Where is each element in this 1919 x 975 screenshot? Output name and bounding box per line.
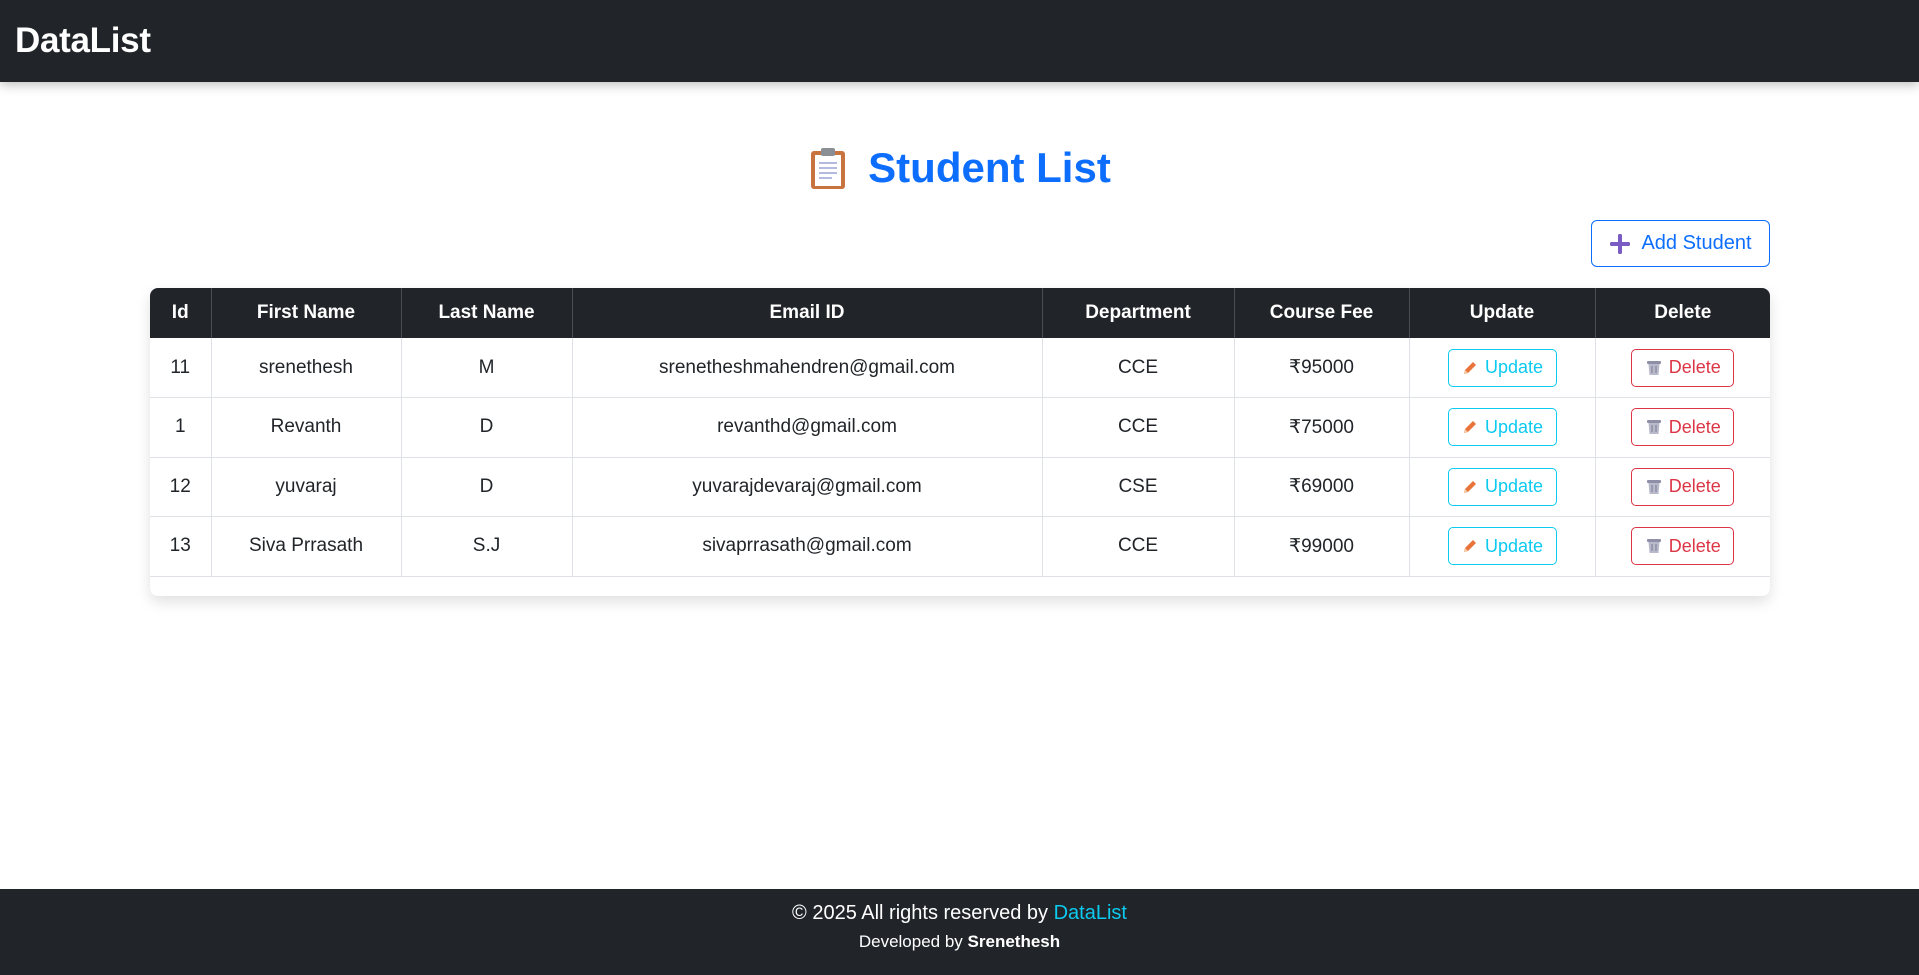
pencil-icon	[1463, 421, 1476, 434]
student-table: Id First Name Last Name Email ID Departm…	[150, 288, 1770, 577]
footer-brand-link[interactable]: DataList	[1054, 902, 1127, 924]
update-button[interactable]: Update	[1447, 467, 1557, 506]
update-label: Update	[1484, 357, 1544, 377]
cell-id: 11	[150, 338, 212, 398]
cell-first-name: srenethesh	[211, 338, 402, 398]
plus-icon	[1610, 233, 1631, 254]
column-header-id: Id	[150, 288, 212, 338]
trash-icon	[1646, 539, 1661, 554]
footer: © 2025 All rights reserved by DataList D…	[0, 889, 1919, 975]
table-row: 11 srenethesh M srenetheshmahendren@gmai…	[150, 338, 1770, 398]
cell-update: Update	[1409, 516, 1596, 576]
clipboard-icon	[811, 148, 846, 189]
footer-copyright: © 2025 All rights reserved by DataList	[0, 902, 1919, 925]
column-header-department: Department	[1042, 288, 1235, 338]
trash-icon	[1646, 420, 1661, 435]
cell-course-fee: ₹99000	[1234, 516, 1410, 576]
delete-button[interactable]: Delete	[1631, 348, 1735, 387]
cell-update: Update	[1409, 338, 1596, 398]
delete-label: Delete	[1668, 416, 1721, 437]
table-row: 1 Revanth D revanthd@gmail.com CCE ₹7500…	[150, 397, 1770, 458]
delete-button[interactable]: Delete	[1631, 467, 1735, 506]
column-header-email: Email ID	[572, 288, 1043, 338]
cell-id: 12	[150, 457, 212, 517]
cell-delete: Delete	[1595, 517, 1770, 577]
cell-course-fee: ₹75000	[1234, 397, 1410, 457]
update-button[interactable]: Update	[1447, 408, 1557, 447]
cell-department: CCE	[1042, 516, 1235, 576]
navbar: DataList	[0, 0, 1919, 82]
update-button[interactable]: Update	[1447, 348, 1557, 387]
cell-id: 13	[150, 516, 212, 576]
delete-button[interactable]: Delete	[1631, 408, 1735, 447]
add-student-button[interactable]: Add Student	[1591, 220, 1770, 267]
cell-delete: Delete	[1595, 398, 1770, 458]
delete-label: Delete	[1668, 476, 1721, 497]
delete-button[interactable]: Delete	[1631, 527, 1735, 566]
table-row: 13 Siva Prrasath S.J sivaprrasath@gmail.…	[150, 516, 1770, 577]
copyright-text: © 2025 All rights reserved by	[792, 902, 1049, 924]
column-header-delete: Delete	[1654, 302, 1712, 323]
column-header-last-name: Last Name	[401, 288, 573, 338]
column-header-update: Update	[1409, 288, 1596, 338]
column-header-first-name: First Name	[211, 288, 402, 338]
cell-delete: Delete	[1595, 457, 1770, 517]
trash-icon	[1646, 360, 1661, 375]
cell-delete: Delete	[1595, 338, 1770, 398]
navbar-brand[interactable]: DataList	[15, 21, 151, 61]
cell-department: CCE	[1042, 397, 1235, 457]
cell-last-name: M	[401, 338, 573, 398]
cell-email: sivaprrasath@gmail.com	[572, 516, 1043, 576]
cell-course-fee: ₹95000	[1234, 338, 1410, 398]
cell-last-name: D	[401, 457, 573, 517]
title-row: Student List	[0, 138, 1919, 198]
delete-label: Delete	[1668, 535, 1721, 556]
developed-by-text: Developed by	[858, 932, 963, 951]
cell-last-name: S.J	[401, 516, 573, 576]
trash-icon	[1646, 479, 1661, 494]
cell-department: CSE	[1042, 457, 1235, 517]
cell-first-name: Siva Prrasath	[211, 516, 402, 576]
cell-email: yuvarajdevaraj@gmail.com	[572, 457, 1043, 517]
cell-email: srenetheshmahendren@gmail.com	[572, 338, 1043, 398]
column-header-course-fee: Course Fee	[1234, 288, 1410, 338]
add-student-label: Add Student	[1641, 232, 1752, 254]
update-button[interactable]: Update	[1447, 527, 1557, 566]
cell-email: revanthd@gmail.com	[572, 397, 1043, 457]
cell-first-name: Revanth	[211, 397, 402, 457]
student-table-card: Id First Name Last Name Email ID Departm…	[150, 288, 1770, 596]
page-title: Student List	[868, 144, 1111, 191]
update-label: Update	[1484, 416, 1544, 437]
cell-first-name: yuvaraj	[211, 457, 402, 517]
cell-course-fee: ₹69000	[1234, 457, 1410, 517]
footer-developer: Developed by Srenethesh	[0, 932, 1919, 952]
cell-update: Update	[1409, 457, 1596, 517]
update-label: Update	[1484, 535, 1544, 556]
cell-department: CCE	[1042, 338, 1235, 398]
pencil-icon	[1463, 480, 1476, 493]
cell-id: 1	[150, 397, 212, 457]
delete-label: Delete	[1668, 357, 1721, 377]
table-row: 12 yuvaraj D yuvarajdevaraj@gmail.com CS…	[150, 457, 1770, 517]
pencil-icon	[1463, 361, 1476, 374]
table-header-row: Id First Name Last Name Email ID Departm…	[150, 288, 1770, 338]
cell-last-name: D	[401, 397, 573, 457]
developer-name: Srenethesh	[967, 932, 1061, 951]
pencil-icon	[1463, 540, 1476, 553]
cell-update: Update	[1409, 397, 1596, 457]
update-label: Update	[1484, 476, 1544, 497]
